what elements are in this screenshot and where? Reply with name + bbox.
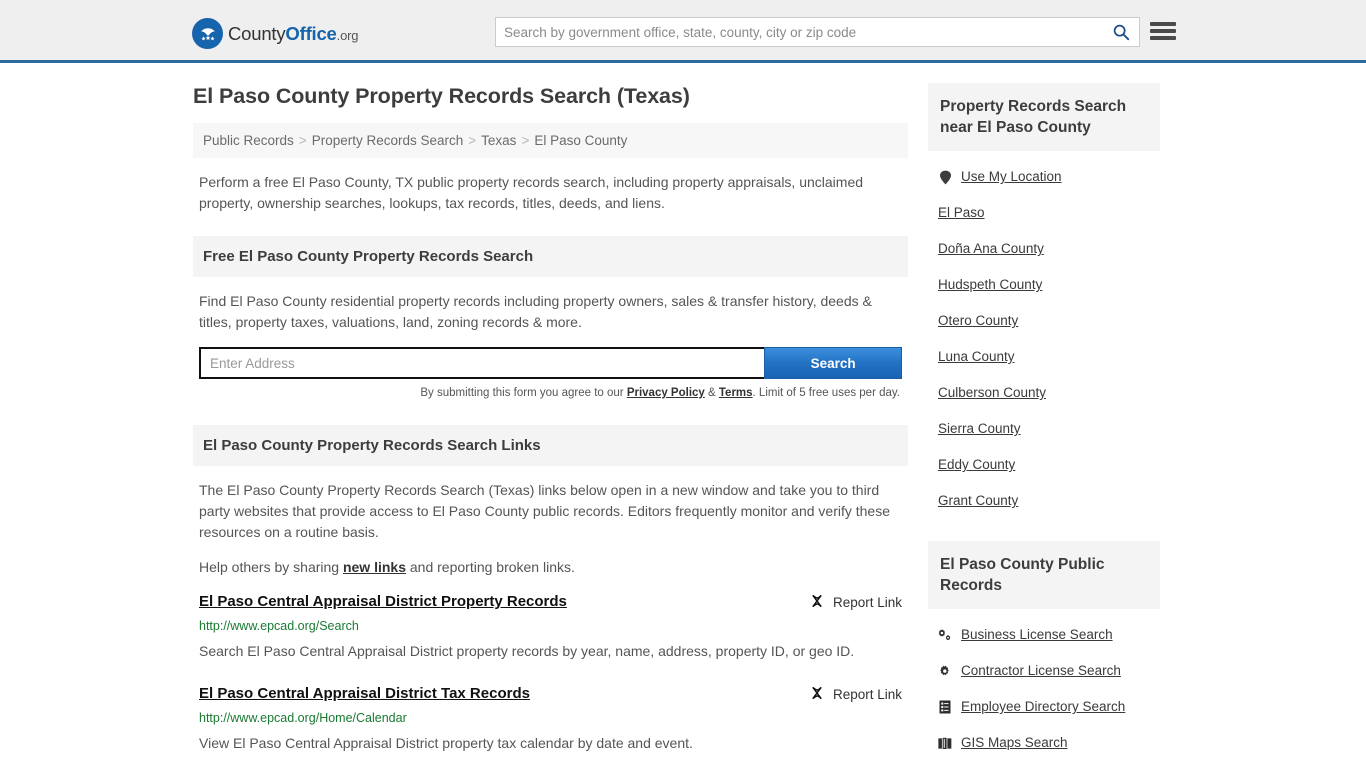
intro-paragraph: Perform a free El Paso County, TX public… xyxy=(199,174,864,211)
disclaimer-amp: & xyxy=(704,387,719,399)
sidebar-item-grant-county[interactable]: Grant County xyxy=(938,483,1160,519)
sidebar-item-label[interactable]: Sierra County xyxy=(938,420,1021,438)
terms-link[interactable]: Terms xyxy=(719,387,753,399)
map-book-icon xyxy=(938,736,952,750)
brand-part-org: .org xyxy=(336,27,359,43)
address-input[interactable] xyxy=(199,347,765,379)
sidebar: Property Records Search near El Paso Cou… xyxy=(928,83,1160,761)
brand-part-county: County xyxy=(228,22,286,44)
result-description: View El Paso Central Appraisal District … xyxy=(199,735,693,751)
main-content: El Paso County Property Records Search (… xyxy=(193,83,908,768)
county-office-seal-icon xyxy=(192,18,223,49)
report-link-button[interactable]: Report Link xyxy=(809,592,902,612)
sidebar-public-records-heading: El Paso County Public Records xyxy=(928,541,1160,609)
sidebar-item-label[interactable]: El Paso xyxy=(938,204,985,222)
result-item: El Paso Central Appraisal District Prope… xyxy=(193,592,908,664)
report-link-button[interactable]: Report Link xyxy=(809,684,902,704)
page-title: El Paso County Property Records Search (… xyxy=(193,84,690,108)
gears-icon xyxy=(938,628,952,642)
broken-link-icon xyxy=(809,685,825,704)
brand-part-office: Office xyxy=(285,22,337,44)
global-search-bar[interactable] xyxy=(495,17,1140,47)
sidebar-item-culberson-county[interactable]: Culberson County xyxy=(938,375,1160,411)
sidebar-item-label[interactable]: Business License Search xyxy=(961,626,1113,644)
sidebar-item-label[interactable]: Grant County xyxy=(938,492,1018,510)
result-url: http://www.epcad.org/Home/Calendar xyxy=(199,711,407,725)
sidebar-item-business-license-search[interactable]: Business License Search xyxy=(938,617,1160,653)
sidebar-item-sierra-county[interactable]: Sierra County xyxy=(938,411,1160,447)
sidebar-item-label[interactable]: Contractor License Search xyxy=(961,662,1121,680)
sidebar-item-employee-directory-search[interactable]: Employee Directory Search xyxy=(938,689,1160,725)
result-item: El Paso Central Appraisal District Tax R… xyxy=(193,684,908,756)
breadcrumb-separator: > xyxy=(521,133,530,148)
map-pin-icon xyxy=(938,170,952,184)
new-links-link[interactable]: new links xyxy=(343,559,406,575)
sidebar-nearby-heading: Property Records Search near El Paso Cou… xyxy=(928,83,1160,151)
report-link-label: Report Link xyxy=(832,595,902,610)
form-disclaimer: By submitting this form you agree to our… xyxy=(199,387,902,399)
free-search-description: Find El Paso County residential property… xyxy=(199,293,872,330)
result-title-link[interactable]: El Paso Central Appraisal District Prope… xyxy=(199,592,567,612)
sidebar-item-dona-ana-county[interactable]: Doña Ana County xyxy=(938,231,1160,267)
sidebar-item-label[interactable]: Culberson County xyxy=(938,384,1046,402)
result-url: http://www.epcad.org/Search xyxy=(199,619,359,633)
result-description: Search El Paso Central Appraisal Distric… xyxy=(199,643,855,659)
free-search-body: Find El Paso County residential property… xyxy=(193,277,908,399)
sidebar-public-records-list: Business License Search Contractor Licen… xyxy=(928,609,1160,761)
breadcrumb-separator: > xyxy=(468,133,477,148)
breadcrumb: Public Records > Property Records Search > T… xyxy=(193,123,908,158)
sidebar-item-label[interactable]: Luna County xyxy=(938,348,1015,366)
sidebar-item-label[interactable]: Hudspeth County xyxy=(938,276,1042,294)
sidebar-item-eddy-county[interactable]: Eddy County xyxy=(938,447,1160,483)
sidebar-item-label[interactable]: Eddy County xyxy=(938,456,1015,474)
list-document-icon xyxy=(938,700,952,714)
sidebar-item-contractor-license-search[interactable]: Contractor License Search xyxy=(938,653,1160,689)
brand-wordmark: CountyOffice.org xyxy=(228,23,358,45)
free-search-heading: Free El Paso County Property Records Sea… xyxy=(193,236,908,277)
links-section-body: The El Paso County Property Records Sear… xyxy=(193,466,908,578)
disclaimer-prefix: By submitting this form you agree to our xyxy=(420,387,627,399)
sidebar-item-label[interactable]: GIS Maps Search xyxy=(961,734,1068,752)
breadcrumb-item-public-records[interactable]: Public Records xyxy=(203,133,294,148)
breadcrumb-separator: > xyxy=(298,133,307,148)
page-body: El Paso County Property Records Search (… xyxy=(0,63,1366,768)
privacy-policy-link[interactable]: Privacy Policy xyxy=(627,387,705,399)
search-icon[interactable] xyxy=(1103,18,1139,46)
breadcrumb-item-property-records-search[interactable]: Property Records Search xyxy=(312,133,464,148)
address-search-button[interactable]: Search xyxy=(764,347,902,379)
sidebar-item-label[interactable]: Employee Directory Search xyxy=(961,698,1125,716)
gear-icon xyxy=(938,664,952,678)
breadcrumb-item-el-paso-county[interactable]: El Paso County xyxy=(534,133,627,148)
help-prefix: Help others by sharing xyxy=(199,559,343,575)
sidebar-item-luna-county[interactable]: Luna County xyxy=(938,339,1160,375)
address-search-form: Search xyxy=(199,347,902,379)
breadcrumb-item-texas[interactable]: Texas xyxy=(481,133,516,148)
disclaimer-suffix: . Limit of 5 free uses per day. xyxy=(752,387,900,399)
result-title-link[interactable]: El Paso Central Appraisal District Tax R… xyxy=(199,684,530,704)
sidebar-item-el-paso[interactable]: El Paso xyxy=(938,195,1160,231)
broken-link-icon xyxy=(809,593,825,612)
site-logo[interactable]: CountyOffice.org xyxy=(192,18,358,49)
sidebar-item-hudspeth-county[interactable]: Hudspeth County xyxy=(938,267,1160,303)
sidebar-nearby-list: Use My Location El Paso Doña Ana County … xyxy=(928,151,1160,519)
site-header: CountyOffice.org xyxy=(0,0,1366,63)
menu-hamburger-icon[interactable] xyxy=(1150,20,1176,42)
links-section-paragraph: The El Paso County Property Records Sear… xyxy=(199,482,891,540)
sidebar-item-label[interactable]: Otero County xyxy=(938,312,1018,330)
sidebar-item-gis-maps-search[interactable]: GIS Maps Search xyxy=(938,725,1160,761)
links-section-heading: El Paso County Property Records Search L… xyxy=(193,425,908,466)
sidebar-item-use-my-location[interactable]: Use My Location xyxy=(938,159,1160,195)
sidebar-item-otero-county[interactable]: Otero County xyxy=(938,303,1160,339)
global-search-input[interactable] xyxy=(496,18,1103,46)
sidebar-item-label[interactable]: Use My Location xyxy=(961,168,1062,186)
sidebar-item-label[interactable]: Doña Ana County xyxy=(938,240,1044,258)
report-link-label: Report Link xyxy=(832,687,902,702)
links-section-help: Help others by sharing new links and rep… xyxy=(199,557,902,578)
help-suffix: and reporting broken links. xyxy=(406,559,575,575)
